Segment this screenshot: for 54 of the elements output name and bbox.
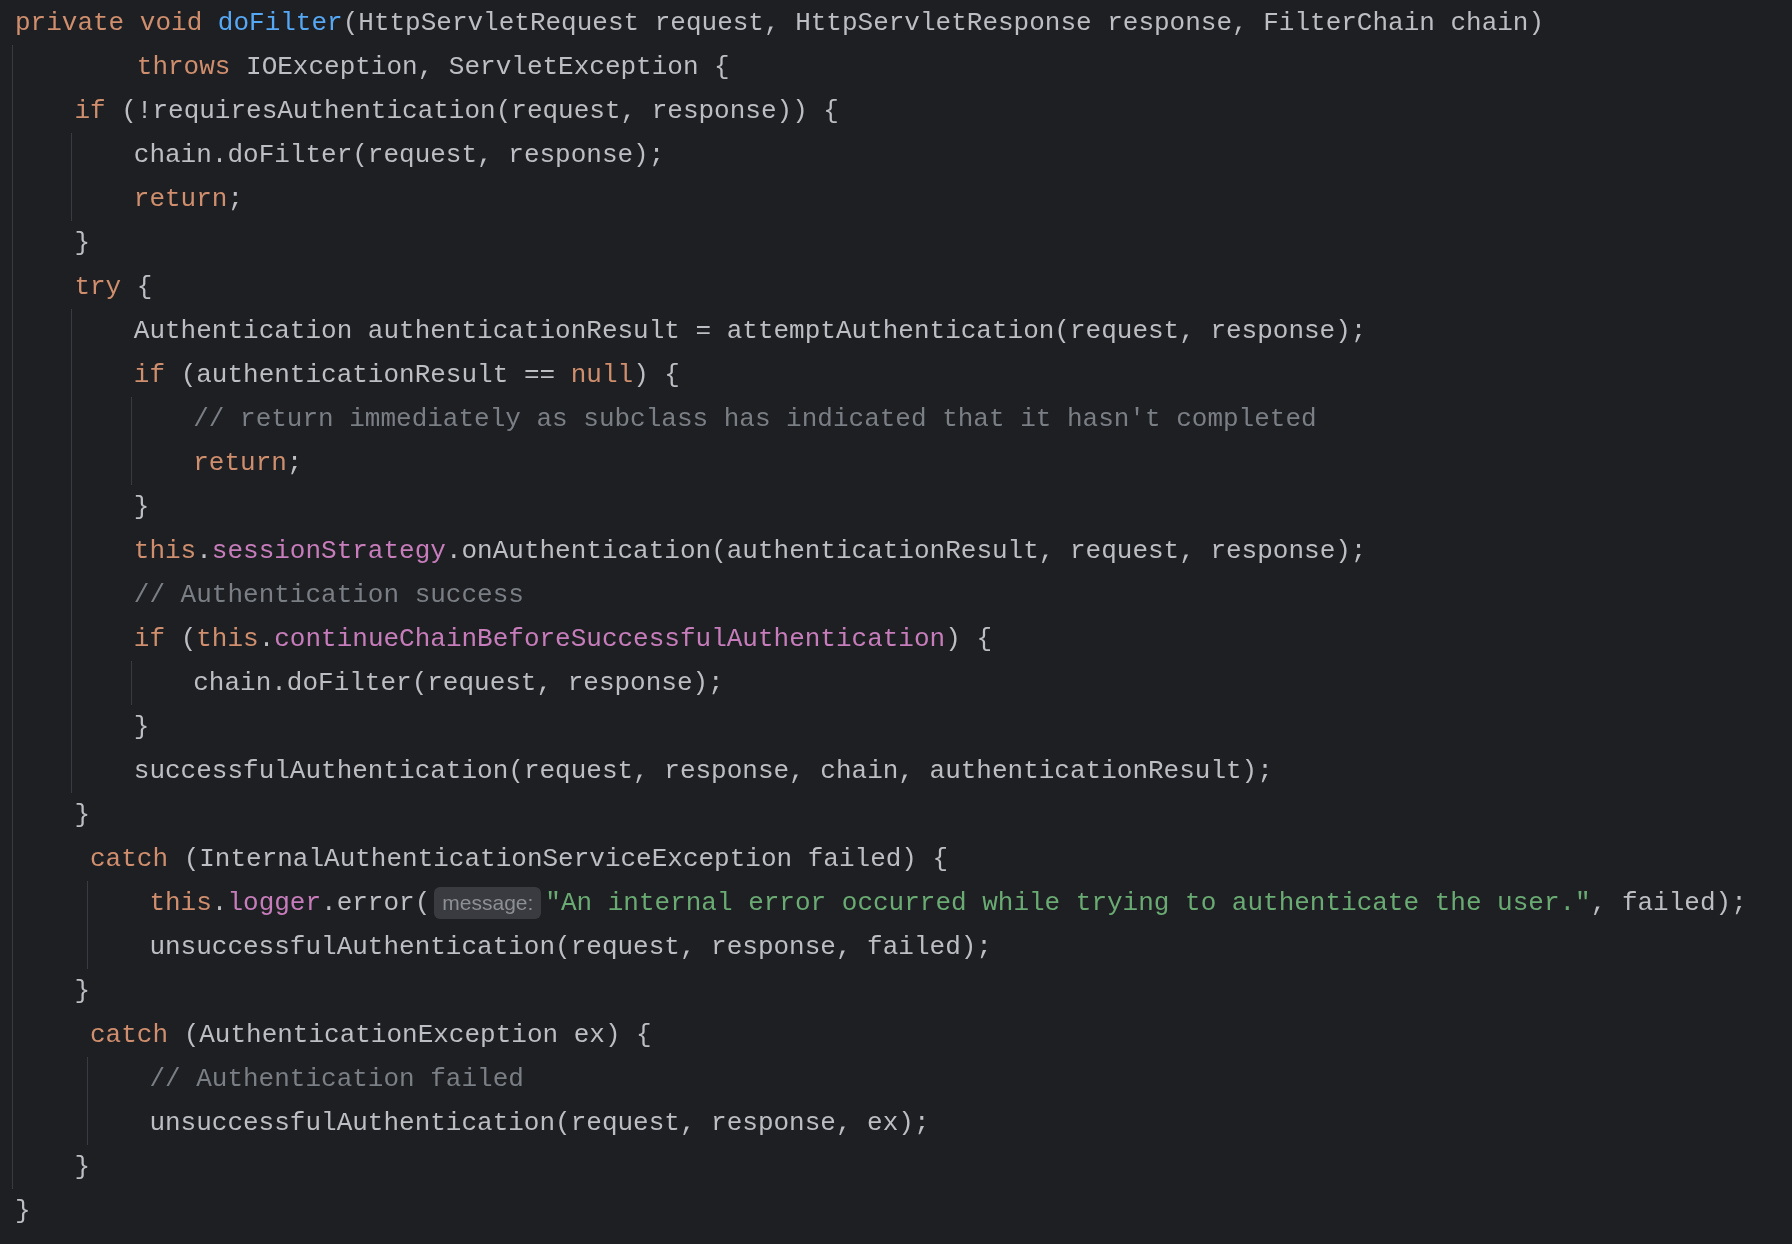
code-text: chain.doFilter(request, response); [133,138,665,172]
keyword: catch [90,842,169,876]
code-text: ; [286,446,303,480]
code-text: ) { [945,622,992,656]
keyword: private void [15,6,204,40]
method-name: doFilter [217,6,343,40]
code-text: , failed); [1590,886,1747,920]
code-text: } [74,798,90,832]
field-name: logger [227,886,322,920]
code-text: (AuthenticationException ex) { [183,1018,652,1052]
code-text: } [74,1150,90,1184]
code-text: . [258,622,275,656]
code-text: } [15,1194,31,1228]
keyword: catch [90,1018,169,1052]
code-text: . [211,886,228,920]
field-name: sessionStrategy [211,534,446,568]
code-text: } [133,490,150,524]
keyword: if [133,622,167,656]
code-text: (InternalAuthenticationServiceException failed) { [183,842,949,876]
code-text: unsuccessfulAuthentication(request, response, failed); [149,930,992,964]
code-comment: // Authentication success [133,578,524,612]
code-comment: // Authentication failed [149,1062,524,1096]
code-text: successfulAuthentication(request, response, chain, authenticationResult); [133,754,1273,788]
code-comment: // return immediately as subclass has indicated that it hasn't completed [193,402,1317,436]
parameter-hint: message: [434,887,542,919]
code-text: chain.doFilter(request, response); [193,666,724,700]
keyword: this [133,534,197,568]
code-text: { [136,270,153,304]
keyword: this [149,886,212,920]
code-text: Authentication authenticationResult = attemptAuthentication(request, response); [133,314,1367,348]
code-text: } [74,226,90,260]
keyword: return [133,182,228,216]
code-text: unsuccessfulAuthentication(request, response, ex); [149,1106,930,1140]
keyword: return [193,446,287,480]
code-text: ) { [633,358,680,392]
keyword: if [133,358,167,392]
code-text: IOException, ServletException { [246,50,730,84]
code-text: } [133,710,150,744]
code-text: .onAuthentication(authenticationResult, request, response); [445,534,1367,568]
code-text: . [196,534,212,568]
keyword: this [196,622,259,656]
keyword: throws [136,50,232,84]
code-text: (HttpServletRequest request, HttpServletResponse response, FilterChain chain) [342,6,1545,40]
keyword: if [74,94,107,128]
code-text: ( [180,622,197,656]
field-name: continueChainBeforeSuccessfulAuthentication [274,622,946,656]
code-text: (!requiresAuthentication(request, response)) { [121,94,839,128]
code-text: (authenticationResult == [180,358,557,392]
keyword: try [74,270,123,304]
string-literal: "An internal error occurred while trying to authenticate the user." [545,886,1591,920]
code-text: .error( [321,886,431,920]
keyword: null [570,358,634,392]
code-text: ; [227,182,244,216]
code-text: } [74,974,90,1008]
